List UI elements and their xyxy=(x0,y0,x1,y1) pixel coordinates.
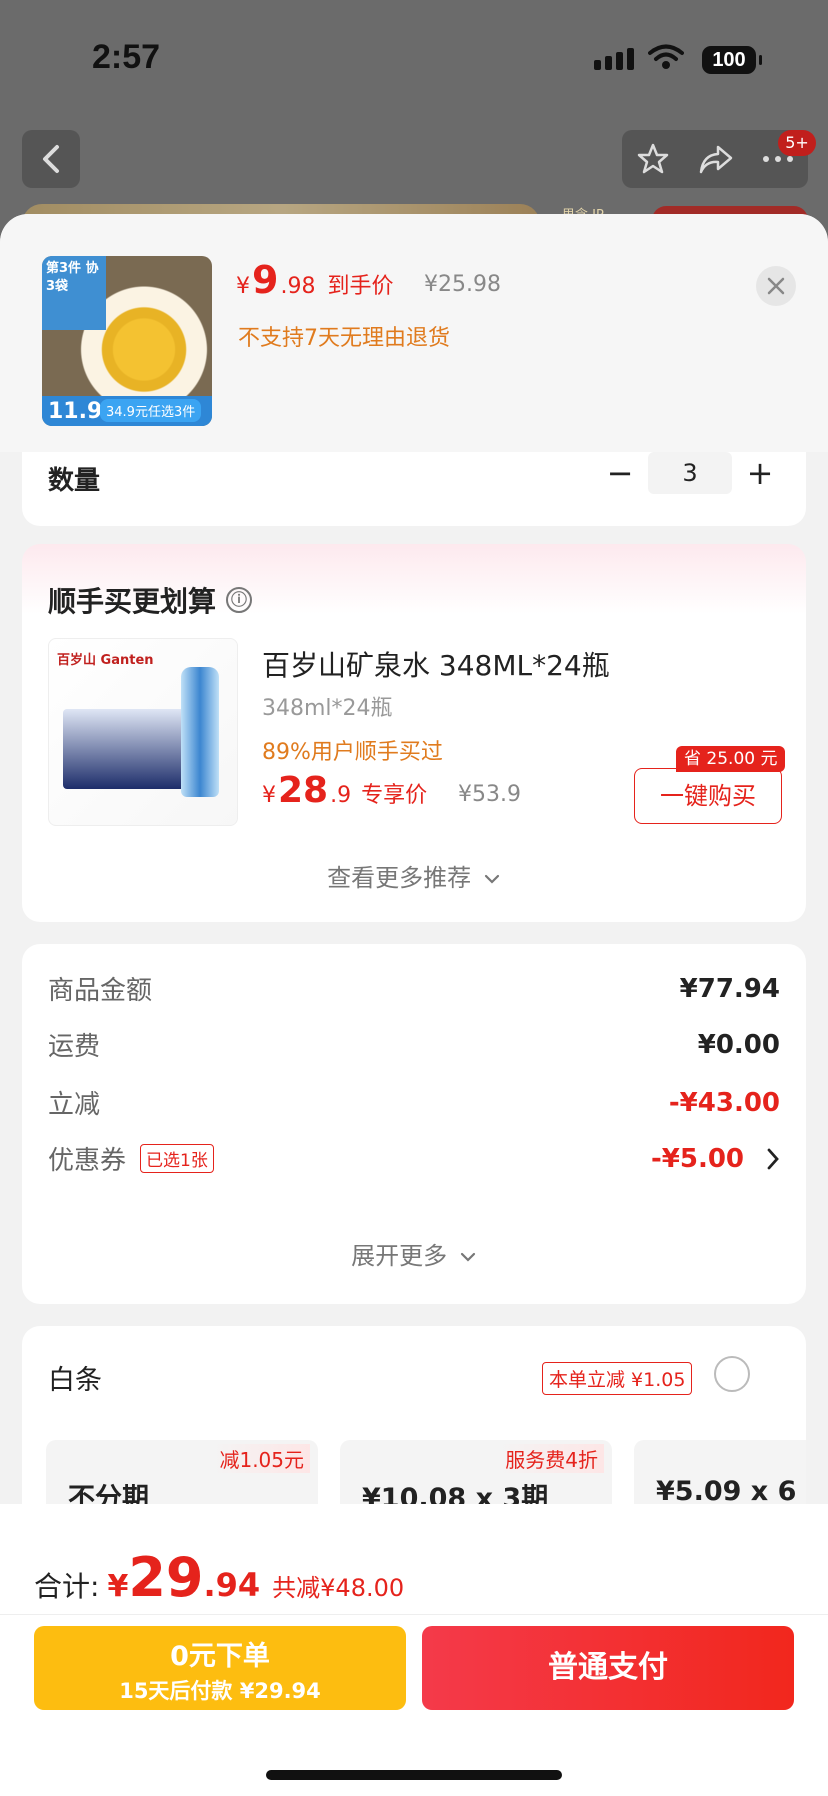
total-integer: 29 xyxy=(128,1546,204,1609)
recommended-product-spec: 348ml*24瓶 xyxy=(262,696,393,721)
recommended-product-image[interactable]: 百岁山 Ganten xyxy=(48,638,238,826)
rec-price-decimal: .9 xyxy=(330,783,352,808)
back-button[interactable] xyxy=(22,130,80,188)
product-bottle-image xyxy=(181,667,219,797)
total-decimal: .94 xyxy=(203,1566,261,1604)
price-decimal: .98 xyxy=(280,274,316,299)
expand-more-link[interactable]: 展开更多 xyxy=(22,1236,806,1271)
quantity-plus-button[interactable]: + xyxy=(746,455,774,491)
wifi-icon xyxy=(648,44,684,69)
payment-radio[interactable] xyxy=(714,1356,750,1392)
coupon-selected-tag: 已选1张 xyxy=(140,1144,214,1173)
summary-label: 运费 xyxy=(48,1032,101,1062)
original-price: ¥25.98 xyxy=(424,272,501,297)
back-icon xyxy=(43,145,59,173)
quantity-minus-button[interactable]: − xyxy=(606,455,634,491)
quantity-input[interactable]: 3 xyxy=(648,452,732,494)
recommended-original-price: ¥53.9 xyxy=(458,782,521,807)
recommendation-title-text: 顺手买更划算 xyxy=(48,585,217,618)
price-label: 到手价 xyxy=(327,274,394,299)
status-time: 2:57 xyxy=(92,38,161,76)
rec-price-integer: 28 xyxy=(278,770,329,811)
chevron-down-icon xyxy=(484,874,499,884)
expand-more-label: 展开更多 xyxy=(351,1242,448,1270)
summary-value: ¥0.00 xyxy=(697,1029,780,1060)
quantity-stepper: − 3 + xyxy=(606,452,774,494)
price-currency: ¥ xyxy=(236,274,250,299)
divider xyxy=(0,1614,828,1615)
share-icon[interactable] xyxy=(698,143,734,175)
checkout-bottom-bar: 合计: ¥ 29 .94 共减¥48.00 0元下单 15天后付款 ¥29.94… xyxy=(0,1504,828,1796)
status-bar: 2:57 100 xyxy=(0,0,828,120)
summary-row-discount: 立减 -¥43.00 xyxy=(48,1084,780,1121)
chevron-right-icon xyxy=(767,1148,779,1169)
pay-later-label: 0元下单 xyxy=(170,1641,270,1672)
chevron-down-icon xyxy=(460,1252,475,1262)
installment-tag: 服务费4折 xyxy=(499,1444,604,1473)
thumb-promo-label: 第3件 协3袋 xyxy=(42,256,106,330)
pay-later-sublabel: 15天后付款 ¥29.94 xyxy=(119,1679,321,1703)
recommendation-title: 顺手买更划算 ⓘ xyxy=(48,580,253,620)
quantity-label: 数量 xyxy=(48,466,101,496)
summary-value: ¥77.94 xyxy=(679,973,780,1004)
battery-icon: 100 xyxy=(702,46,762,74)
installment-text: ¥5.09 x 6 xyxy=(656,1476,797,1507)
home-indicator xyxy=(266,1770,562,1780)
recommended-product-price: ¥ 28 .9 专享价 xyxy=(262,770,427,811)
star-icon[interactable] xyxy=(636,142,670,176)
summary-label: 优惠券 xyxy=(48,1146,127,1176)
rec-price-label: 专享价 xyxy=(361,783,428,808)
summary-label: 商品金额 xyxy=(48,976,153,1006)
summary-value: -¥5.00 xyxy=(650,1143,744,1174)
sheet-header: 第3件 协3袋 11.9 34.9元任选3件 ¥ 9 .98 到手价 ¥25.9… xyxy=(0,214,828,452)
more-recommendations-link[interactable]: 查看更多推荐 xyxy=(22,858,806,893)
payment-method-title: 白条 xyxy=(48,1365,102,1396)
summary-row-coupon[interactable]: 优惠券 已选1张 -¥5.00 xyxy=(48,1140,780,1177)
one-click-buy-button[interactable]: 一键购买 xyxy=(634,768,782,824)
summary-row-shipping: 运费 ¥0.00 xyxy=(48,1026,780,1063)
more-recommendations-label: 查看更多推荐 xyxy=(327,864,472,892)
total-currency: ¥ xyxy=(107,1569,129,1604)
close-button[interactable] xyxy=(756,266,796,306)
product-box-image xyxy=(63,709,193,789)
price-summary-card: 商品金额 ¥77.94 运费 ¥0.00 立减 -¥43.00 优惠券 已选1张… xyxy=(22,944,806,1304)
info-icon[interactable]: ⓘ xyxy=(226,587,253,613)
price-integer: 9 xyxy=(252,258,279,302)
thumb-price: 11.9 xyxy=(48,399,103,424)
summary-row-subtotal: 商品金额 ¥77.94 xyxy=(48,970,780,1007)
pay-later-button[interactable]: 0元下单 15天后付款 ¥29.94 xyxy=(34,1626,406,1710)
payment-discount-tag: 本单立减 ¥1.05 xyxy=(542,1362,693,1395)
product-thumbnail: 第3件 协3袋 11.9 34.9元任选3件 xyxy=(42,256,212,426)
rec-price-currency: ¥ xyxy=(262,783,276,808)
savings-badge: 省 25.00 元 xyxy=(676,746,786,772)
total-label: 合计: xyxy=(34,1570,100,1603)
thumb-offer: 34.9元任选3件 xyxy=(100,399,202,422)
order-total: 合计: ¥ 29 .94 共减¥48.00 xyxy=(34,1546,404,1609)
recommendation-card: 顺手买更划算 ⓘ 百岁山 Ganten 百岁山矿泉水 348ML*24瓶 348… xyxy=(22,544,806,922)
normal-pay-button[interactable]: 普通支付 xyxy=(422,1626,794,1710)
close-icon xyxy=(767,277,785,295)
return-policy-note: 不支持7天无理由退货 xyxy=(238,326,450,351)
product-logo: 百岁山 Ganten xyxy=(57,653,154,668)
total-savings: 共减¥48.00 xyxy=(272,1574,405,1602)
recommended-social-proof: 89%用户顺手买过 xyxy=(262,740,443,765)
signal-icon xyxy=(594,48,634,70)
summary-value: -¥43.00 xyxy=(668,1087,780,1118)
recommended-product-name[interactable]: 百岁山矿泉水 348ML*24瓶 xyxy=(262,644,610,684)
notification-badge: 5+ xyxy=(778,130,816,156)
summary-label: 立减 xyxy=(48,1090,101,1120)
installment-tag: 减1.05元 xyxy=(213,1444,310,1473)
final-price: ¥ 9 .98 到手价 xyxy=(236,258,393,302)
